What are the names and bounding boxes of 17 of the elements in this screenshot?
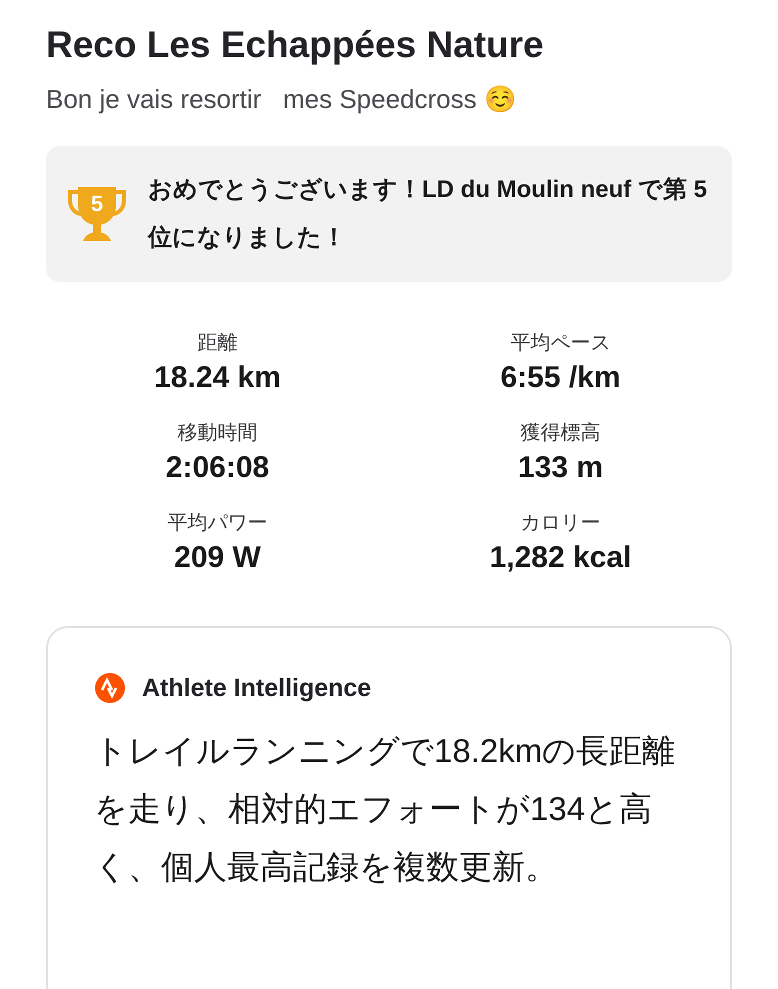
stat-label: 距離 <box>198 331 238 356</box>
insight-title: Athlete Intelligence <box>142 673 372 704</box>
stat-value: 6:55 /km <box>500 360 621 396</box>
stat-label: 平均パワー <box>168 511 268 536</box>
activity-description: Bon je vais resortir mes Speedcross ☺ <box>46 83 517 116</box>
stat-value: 209 W <box>174 540 261 576</box>
stat-label: 獲得標高 <box>520 421 600 446</box>
stat-value: 1,282 kcal <box>490 540 632 576</box>
stat-label: 平均ペース <box>510 331 610 356</box>
stat-value: 18.24 km <box>154 360 281 396</box>
stat-label: カロリー <box>520 511 600 536</box>
insight-text: トレイルランニングで18.2kmの長距離を走り、相対的エフォートが134と高く、個人最高記録を複数更新。 <box>94 731 676 887</box>
stat-value: 133 m <box>518 450 604 486</box>
stat-value: 2:06:08 <box>166 450 270 486</box>
stat-label: 移動時間 <box>178 421 258 446</box>
activity-title: Reco Les Echappées Nature <box>46 23 545 67</box>
achievement-message: おめでとうございます！LD du Moulin neuf で第 5 位になりました！ <box>148 175 708 253</box>
